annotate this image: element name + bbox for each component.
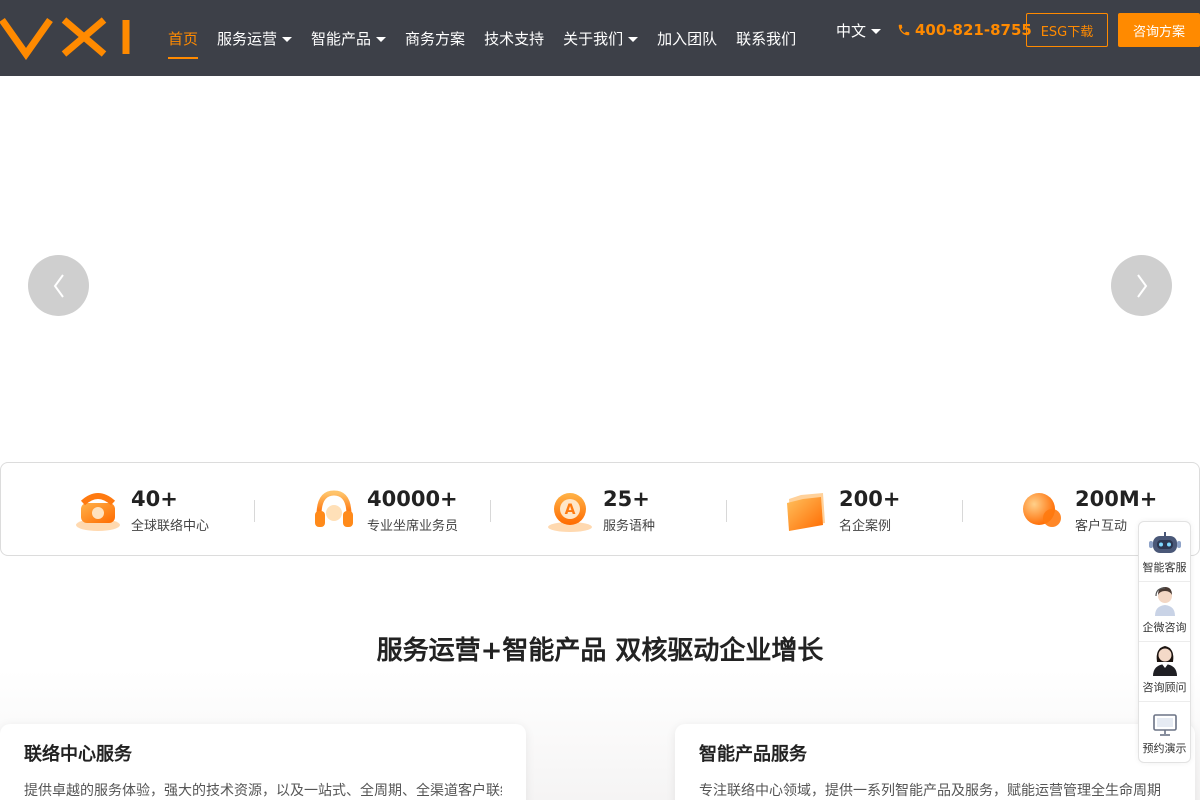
stat-value: 200+ — [839, 486, 901, 511]
stat-item: 40+ 全球联络中心 — [73, 463, 209, 557]
language-label: 中文 — [836, 21, 867, 40]
monitor-icon — [1152, 714, 1177, 736]
stat-label: 名企案例 — [839, 518, 892, 534]
nav-item-join-team[interactable]: 加入团队 — [657, 0, 717, 76]
divider — [726, 500, 727, 522]
stat-item: 200M+ 客户互动 — [1017, 463, 1157, 557]
nav-item-contact-us[interactable]: 联系我们 — [736, 0, 796, 76]
nav-label: 技术支持 — [484, 29, 545, 48]
esg-download-button[interactable]: ESG下载 — [1026, 13, 1108, 47]
interaction-icon — [1023, 493, 1061, 527]
chevron-right-icon — [1136, 273, 1147, 298]
caret-down-icon — [628, 36, 639, 42]
stat-label: 专业坐席业务员 — [367, 518, 459, 534]
language-selector[interactable]: 中文 — [836, 0, 882, 60]
button-label: 咨询方案 — [1132, 24, 1185, 40]
stat-value: 40000+ — [367, 486, 458, 511]
stat-item: 200+ 名企案例 — [781, 463, 900, 557]
sidebar-label: 咨询顾问 — [1142, 681, 1187, 694]
card-title: 联络中心服务 — [24, 744, 132, 765]
divider — [254, 500, 255, 522]
telephone-icon — [76, 493, 120, 531]
smart-service-button[interactable]: 智能客服 — [1139, 522, 1190, 582]
stat-item: 40000+ 专业坐席业务员 — [309, 463, 458, 557]
service-card-contact-center[interactable]: 联络中心服务 提供卓越的服务体验，强大的技术资源，以及一站式、全周期、全渠道客户… — [0, 724, 526, 800]
nav-label: 首页 — [168, 29, 199, 48]
main-nav: 首页 服务运营 智能产品 商务方案 技术支持 关于我们 加入团队 联系我们 — [168, 0, 815, 76]
folder-icon — [787, 493, 825, 531]
nav-label: 联系我们 — [736, 29, 797, 48]
consultant-avatar-icon — [1152, 646, 1177, 676]
svg-text:A: A — [565, 502, 576, 518]
stat-value: 25+ — [603, 486, 650, 511]
consultant-button[interactable]: 咨询顾问 — [1139, 642, 1190, 702]
stat-label: 全球联络中心 — [131, 518, 210, 534]
stats-bar: 40+ 全球联络中心 40000+ 专业坐席业务员 A 25+ 服务语种 200… — [0, 462, 1200, 556]
button-label: ESG下载 — [1040, 24, 1094, 40]
book-demo-button[interactable]: 预约演示 — [1139, 702, 1190, 762]
language-icon: A — [548, 493, 592, 532]
card-description: 专注联络中心领域，提供一系列智能产品及服务，赋能运营管理全生命周期 — [699, 783, 1161, 799]
nav-item-tech-support[interactable]: 技术支持 — [484, 0, 544, 76]
phone-icon — [898, 24, 910, 36]
nav-label: 服务运营 — [217, 29, 278, 48]
caret-down-icon — [871, 28, 882, 34]
stat-item: A 25+ 服务语种 — [545, 463, 655, 557]
nav-item-service-operations[interactable]: 服务运营 — [217, 0, 293, 76]
nav-label: 商务方案 — [405, 29, 466, 48]
sidebar-label: 智能客服 — [1142, 561, 1187, 574]
caret-down-icon — [282, 36, 293, 42]
agent-avatar-icon — [1154, 587, 1175, 616]
card-title: 智能产品服务 — [699, 744, 807, 765]
chevron-left-icon — [53, 273, 64, 298]
floating-contact-bar: 智能客服 企微咨询 咨询顾问 预约演示 — [1138, 521, 1191, 763]
stat-value: 40+ — [131, 486, 178, 511]
robot-icon — [1148, 532, 1181, 553]
consult-button[interactable]: 咨询方案 — [1118, 13, 1200, 47]
divider — [962, 500, 963, 522]
sidebar-label: 预约演示 — [1142, 742, 1187, 755]
service-card-smart-products[interactable]: 智能产品服务 专注联络中心领域，提供一系列智能产品及服务，赋能运营管理全生命周期 — [675, 724, 1195, 800]
nav-label: 智能产品 — [311, 29, 372, 48]
stat-value: 200M+ — [1075, 486, 1158, 511]
card-description: 提供卓越的服务体验，强大的技术资源，以及一站式、全周期、全渠道客户联络解决方案 — [24, 783, 502, 799]
nav-label: 加入团队 — [657, 29, 718, 48]
stat-label: 服务语种 — [603, 518, 656, 534]
nav-label: 关于我们 — [563, 29, 624, 48]
hero-carousel — [0, 76, 1200, 462]
divider — [490, 500, 491, 522]
nav-item-about-us[interactable]: 关于我们 — [563, 0, 639, 76]
site-header: 首页 服务运营 智能产品 商务方案 技术支持 关于我们 加入团队 联系我们 中文… — [0, 0, 1200, 76]
nav-item-business-solutions[interactable]: 商务方案 — [405, 0, 465, 76]
section-title: 服务运营+智能产品 双核驱动企业增长 — [376, 636, 824, 666]
hotline[interactable]: 400-821-8755 — [897, 0, 1032, 60]
headset-icon — [315, 490, 353, 527]
nav-item-smart-products[interactable]: 智能产品 — [311, 0, 387, 76]
wecom-consult-button[interactable]: 企微咨询 — [1139, 582, 1190, 642]
carousel-prev-button[interactable] — [28, 255, 89, 316]
nav-item-home[interactable]: 首页 — [168, 0, 199, 76]
carousel-next-button[interactable] — [1111, 255, 1172, 316]
phone-number: 400-821-8755 — [915, 21, 1032, 39]
caret-down-icon — [376, 36, 387, 42]
sidebar-label: 企微咨询 — [1142, 621, 1187, 634]
vxi-logo[interactable] — [0, 14, 135, 60]
